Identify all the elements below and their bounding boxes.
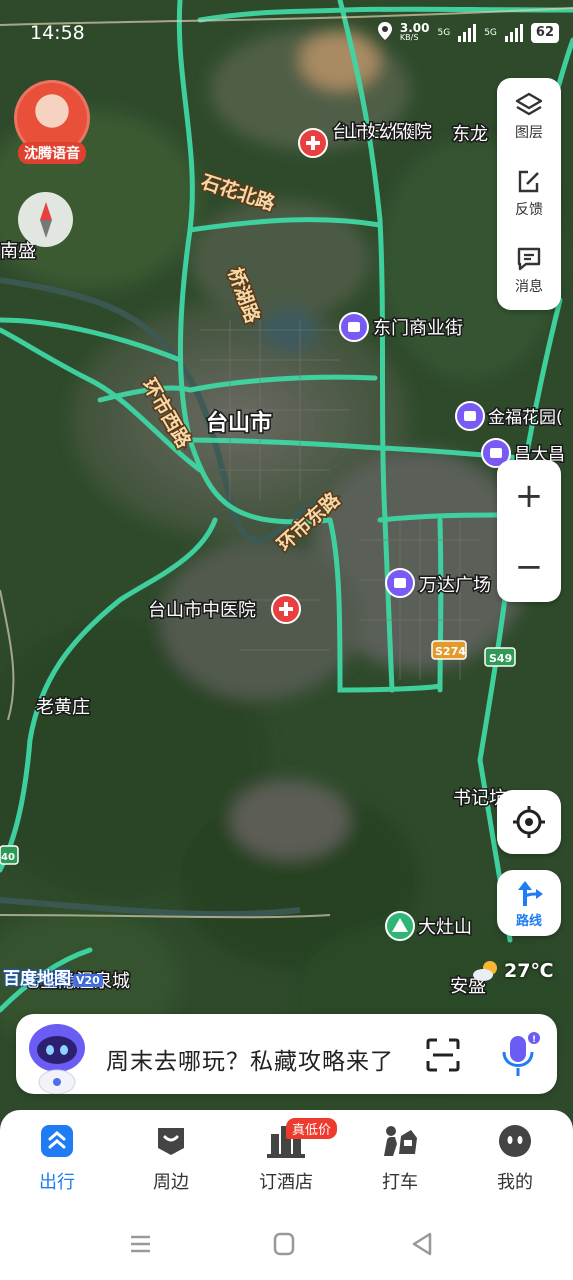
svg-text:S274: S274 (435, 645, 466, 658)
svg-text:!: ! (532, 1035, 536, 1045)
menu-icon[interactable] (131, 1235, 150, 1253)
layers-button[interactable]: 图层 (497, 78, 561, 155)
compass-button[interactable] (18, 192, 73, 247)
poi-label-maternal: 台山市妇幼保健院 (332, 122, 432, 143)
message-icon (517, 247, 541, 270)
poi-dongmen[interactable]: 东门商业街 (339, 312, 465, 342)
route-icon (518, 880, 543, 906)
road-shield-s49: S49 (484, 647, 516, 667)
signal-icon-1 (458, 23, 477, 42)
route-label: 路线 (515, 913, 542, 929)
feedback-label: 反馈 (515, 201, 543, 218)
search-prompt[interactable]: 周末去哪玩？私藏攻略来了 (106, 1042, 394, 1076)
network-type-2: 5G (484, 27, 497, 38)
network-type-1: 5G (437, 27, 451, 38)
microphone-icon[interactable]: ! (500, 1030, 540, 1078)
nav-taxi[interactable]: 打车 (360, 1124, 440, 1194)
nav-hotel-label: 订酒店 (259, 1172, 313, 1193)
nav-taxi-label: 打车 (382, 1172, 418, 1193)
robot-assistant-icon[interactable] (22, 1018, 92, 1094)
signal-icon-2 (504, 23, 523, 42)
map-logo: 百度地图 V20 (3, 964, 103, 989)
search-bar[interactable]: 周末去哪玩？私藏攻略来了 (16, 1014, 557, 1094)
route-button[interactable]: 路线 (497, 870, 561, 936)
poi-label-dongmen: 东门商业街 (373, 318, 463, 339)
road-shield-s274: S274 (431, 640, 467, 660)
network-speed: 3.00 KB/S (399, 20, 430, 42)
poi-label-wanda: 万达广场 (419, 575, 491, 596)
system-navigation-bar (131, 1232, 432, 1256)
nearby-icon (158, 1128, 184, 1155)
travel-icon (41, 1125, 73, 1157)
svg-text:40: 40 (1, 852, 15, 863)
messages-button[interactable]: 消息 (497, 232, 561, 309)
place-label-donglong[interactable]: 东龙 (451, 123, 490, 147)
battery-icon: 62 (530, 22, 559, 43)
profile-icon (499, 1125, 531, 1157)
poi-tcm[interactable]: 台山市中医院 (147, 594, 301, 624)
taxi-icon (384, 1126, 417, 1156)
city-label[interactable]: 台山市 (205, 409, 274, 438)
edit-icon (518, 170, 539, 192)
poi-label-jinfu: 金福花园( (488, 408, 563, 428)
poi-label-dazaoshan: 大灶山 (418, 917, 472, 938)
crosshair-icon (513, 806, 545, 838)
home-icon[interactable] (273, 1232, 295, 1256)
locate-button[interactable] (497, 790, 561, 854)
weather-widget[interactable]: 27℃ (472, 960, 553, 982)
messages-label: 消息 (515, 278, 543, 295)
partly-cloudy-icon (473, 961, 497, 981)
voice-assistant-label[interactable]: 沈腾语音 (18, 142, 86, 164)
back-icon[interactable] (412, 1232, 432, 1256)
map-logo-version: V20 (73, 974, 103, 987)
status-time: 14:58 (30, 22, 85, 44)
hotel-price-badge: 真低价 (286, 1118, 338, 1139)
poi-label-tcm: 台山市中医院 (148, 600, 256, 621)
map-tools-panel: 图层 反馈 消息 (497, 78, 561, 310)
map-logo-text: 百度地图 (3, 969, 71, 989)
feedback-button[interactable]: 反馈 (497, 155, 561, 232)
layers-icon (515, 92, 543, 115)
status-bar: 14:58 3.00 KB/S 5G 5G 62 (0, 0, 573, 66)
zoom-control: + − (497, 460, 561, 602)
compass-icon (39, 201, 52, 238)
nav-travel[interactable]: 出行 (17, 1124, 97, 1194)
nav-travel-label: 出行 (39, 1172, 75, 1193)
zoom-out-button[interactable]: − (497, 531, 561, 602)
location-icon (377, 22, 392, 43)
nav-nearby-label: 周边 (153, 1172, 189, 1193)
scan-icon[interactable] (426, 1038, 460, 1072)
place-label-nansheng[interactable]: 南盛 (0, 240, 38, 264)
zoom-in-button[interactable]: + (497, 460, 561, 531)
place-label-laohuangzhuang[interactable]: 老黄庄 (35, 696, 92, 720)
temperature: 27℃ (504, 960, 554, 982)
nav-profile-label: 我的 (497, 1172, 533, 1193)
layers-label: 图层 (515, 124, 543, 141)
svg-text:S49: S49 (489, 652, 512, 665)
road-shield-40: 40 (0, 845, 19, 865)
poi-dazaoshan[interactable]: 大灶山 (385, 911, 474, 941)
nav-nearby[interactable]: 周边 (131, 1124, 211, 1194)
nav-profile[interactable]: 我的 (475, 1124, 555, 1194)
